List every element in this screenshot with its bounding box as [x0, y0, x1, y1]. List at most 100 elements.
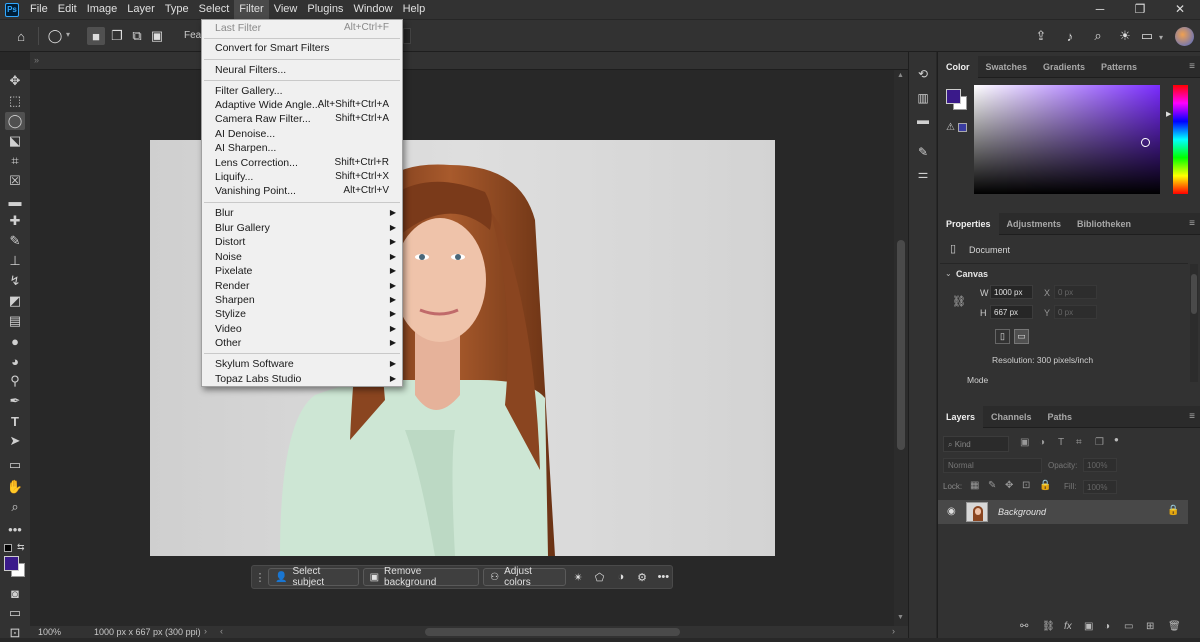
type-tool-icon[interactable]: T — [5, 412, 25, 430]
menu-help[interactable]: Help — [398, 0, 431, 19]
add-selection-icon[interactable]: ❐ — [108, 27, 126, 45]
rectangle-tool-icon[interactable]: ▭ — [5, 456, 25, 474]
menu-item-ai-sharpen[interactable]: AI Sharpen... — [202, 141, 402, 155]
tab-patterns[interactable]: Patterns — [1093, 56, 1145, 78]
hand-tool-icon[interactable]: ✋ — [5, 478, 25, 496]
tab-layers[interactable]: Layers — [938, 405, 984, 428]
blend-mode-select[interactable]: Normal — [943, 458, 1042, 473]
more-tools-icon[interactable]: ••• — [5, 520, 25, 538]
hue-slider[interactable] — [1173, 85, 1188, 194]
out-of-gamut-icon[interactable]: ⚠ — [946, 122, 955, 133]
move-tool-icon[interactable]: ✥ — [5, 72, 25, 90]
menu-item-distort[interactable]: Distort ▶ — [202, 235, 402, 249]
path-select-tool-icon[interactable]: ➤ — [5, 432, 25, 450]
menu-item-topaz-labs-studio[interactable]: Topaz Labs Studio ▶ — [202, 372, 402, 386]
menu-item-sharpen[interactable]: Sharpen ▶ — [202, 293, 402, 307]
panel-menu-icon[interactable]: ≡ — [1189, 61, 1195, 72]
scroll-right-icon[interactable]: › — [892, 626, 895, 636]
drag-handle-icon[interactable]: ⋮ — [255, 568, 266, 586]
frame-mode-icon[interactable]: ⊡ — [5, 624, 25, 642]
menu-item-liquify[interactable]: Liquify... Shift+Ctrl+X — [202, 170, 402, 184]
fill-input[interactable]: 100% — [1083, 480, 1117, 494]
magic-select-icon[interactable]: ✴ — [570, 568, 587, 586]
menu-item-adaptive-wide-angle[interactable]: Adaptive Wide Angle... Alt+Shift+Ctrl+A — [202, 98, 402, 112]
width-input[interactable]: 1000 px — [990, 285, 1033, 299]
chain-icon[interactable]: ⛓ — [1042, 621, 1055, 632]
menu-layer[interactable]: Layer — [122, 0, 160, 19]
gamut-swatch[interactable] — [958, 123, 967, 132]
hue-slider-handle-icon[interactable]: ▶ — [1166, 110, 1171, 118]
gradient-tool-icon[interactable]: ▤ — [5, 312, 25, 330]
libraries-icon[interactable]: ▥ — [914, 90, 932, 106]
menu-item-skylum-software[interactable]: Skylum Software ▶ — [202, 357, 402, 371]
new-layer-icon[interactable]: ⊞ — [1146, 621, 1154, 632]
workspace-icon[interactable]: ▭ — [1138, 27, 1156, 45]
blur-tool-icon[interactable]: ● — [5, 332, 25, 350]
lasso-tool-icon[interactable]: ◯ — [5, 112, 25, 130]
tab-bibliotheken[interactable]: Bibliotheken — [1069, 213, 1139, 235]
menu-item-blur-gallery[interactable]: Blur Gallery ▶ — [202, 221, 402, 235]
color-picker-field[interactable] — [974, 85, 1160, 194]
panel-menu-icon[interactable]: ≡ — [1189, 218, 1195, 229]
scroll-down-icon[interactable]: ▼ — [897, 614, 904, 621]
object-select-tool-icon[interactable]: ⬕ — [5, 132, 25, 150]
layer-lock-icon[interactable]: 🔒 — [1167, 505, 1179, 516]
vertical-scrollbar[interactable]: ▲ ▼ — [894, 70, 908, 626]
y-input[interactable]: 0 px — [1054, 305, 1097, 319]
history-brush-tool-icon[interactable]: ↯ — [5, 272, 25, 290]
pen-tool-icon[interactable]: ✒ — [5, 392, 25, 410]
minimize-button[interactable]: ─ — [1080, 0, 1120, 19]
filter-toggle-icon[interactable]: ● — [1114, 435, 1119, 444]
properties-scrollbar[interactable] — [1190, 264, 1198, 382]
adjustment-gear-icon[interactable]: ⚙ — [633, 568, 650, 586]
marquee-tool-icon[interactable]: ⬚ — [5, 92, 25, 110]
lock-paint-icon[interactable]: ✎ — [988, 480, 996, 491]
menu-item-stylize[interactable]: Stylize ▶ — [202, 307, 402, 321]
folder-icon[interactable]: ▭ — [1124, 621, 1133, 632]
intersect-selection-icon[interactable]: ▣ — [148, 27, 166, 45]
smart-object-filter-icon[interactable]: ❐ — [1095, 437, 1104, 448]
tab-paths[interactable]: Paths — [1040, 406, 1081, 428]
opacity-input[interactable]: 100% — [1083, 458, 1117, 472]
tab-properties[interactable]: Properties — [938, 212, 999, 235]
menu-filter[interactable]: Filter — [234, 0, 269, 19]
shape-filter-icon[interactable]: ⌗ — [1076, 437, 1082, 448]
link-icon[interactable]: ⛓ — [952, 295, 966, 308]
portrait-orientation-icon[interactable]: ▯ — [995, 329, 1010, 344]
menu-view[interactable]: View — [269, 0, 303, 19]
lasso-preset-icon[interactable]: ◯ — [46, 27, 64, 45]
menu-item-pixelate[interactable]: Pixelate ▶ — [202, 264, 402, 278]
zoom-tool-icon[interactable]: ⌕ — [5, 498, 25, 516]
adjustment-layer-icon[interactable]: ◑ — [1104, 621, 1110, 632]
frame-tool-icon[interactable]: ☒ — [5, 172, 25, 190]
adjustment-filter-icon[interactable]: ◑ — [1039, 437, 1045, 448]
feather-input[interactable] — [403, 28, 411, 44]
menu-item-lens-correction[interactable]: Lens Correction... Shift+Ctrl+R — [202, 156, 402, 170]
x-input[interactable]: 0 px — [1054, 285, 1097, 299]
menu-item-neural-filters[interactable]: Neural Filters... — [202, 63, 402, 77]
chevron-down-icon[interactable]: ▾ — [66, 30, 70, 39]
comments-icon[interactable]: ▬ — [914, 112, 932, 128]
menu-item-blur[interactable]: Blur ▶ — [202, 206, 402, 220]
lock-all-icon[interactable]: 🔒 — [1039, 480, 1051, 491]
filter-kind-select[interactable]: ⌕ Kind — [943, 436, 1009, 452]
menu-item-ai-denoise[interactable]: AI Denoise... — [202, 127, 402, 141]
zoom-level[interactable]: 100% — [38, 627, 61, 637]
tab-swatches[interactable]: Swatches — [978, 56, 1036, 78]
tab-color[interactable]: Color — [938, 55, 978, 78]
menu-type[interactable]: Type — [160, 0, 194, 19]
eraser-tool-icon[interactable]: ◩ — [5, 292, 25, 310]
search-icon[interactable]: ⌕ — [1089, 27, 1107, 45]
transform-icon[interactable]: ⬠ — [591, 568, 608, 586]
scroll-left-icon[interactable]: ‹ — [220, 626, 223, 636]
close-button[interactable]: ✕ — [1160, 0, 1200, 19]
height-input[interactable]: 667 px — [990, 305, 1033, 319]
add-mask-icon[interactable]: ▣ — [1084, 621, 1093, 632]
delete-layer-icon[interactable]: 🗑 — [1168, 621, 1181, 632]
menu-image[interactable]: Image — [82, 0, 123, 19]
brush-tool-icon[interactable]: ✎ — [5, 232, 25, 250]
menu-item-camera-raw-filter[interactable]: Camera Raw Filter... Shift+Ctrl+A — [202, 112, 402, 126]
menu-window[interactable]: Window — [348, 0, 397, 19]
dodge-tool-icon[interactable]: ◕ — [5, 352, 25, 370]
eyedropper-tool-icon[interactable]: ▬ — [5, 192, 25, 210]
